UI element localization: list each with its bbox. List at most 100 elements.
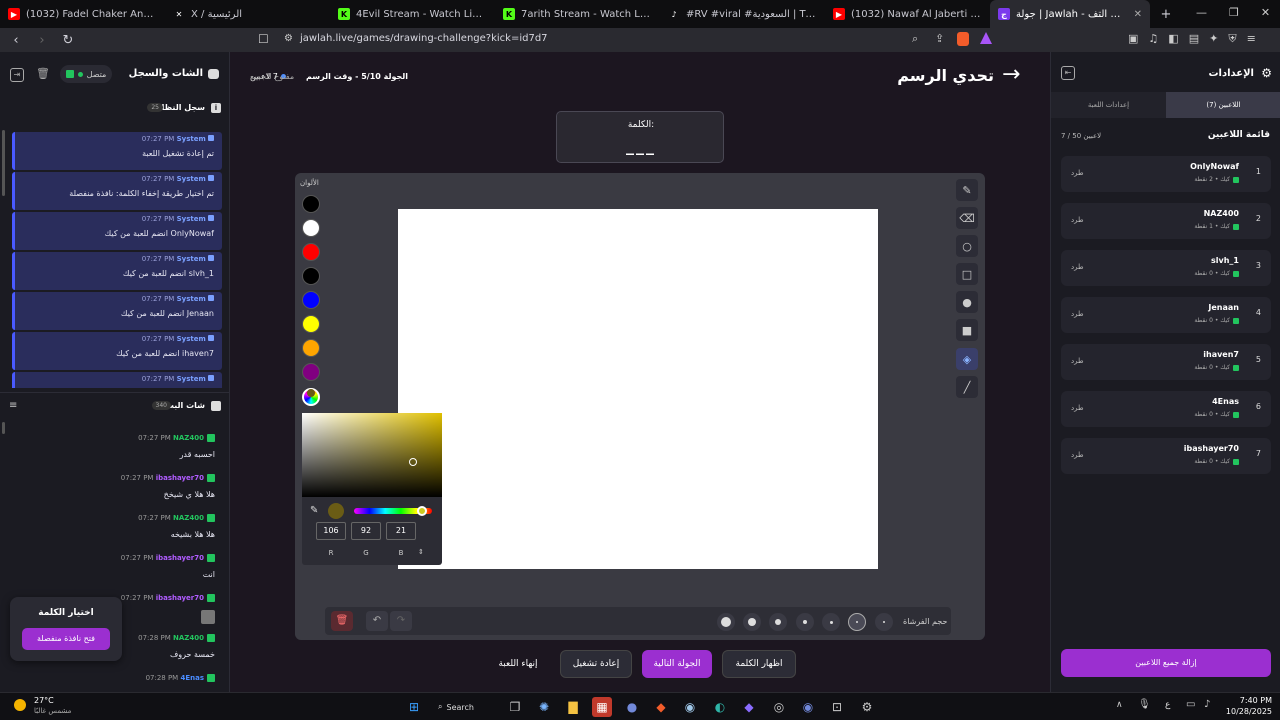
next-round-button[interactable]: الجولة التالية <box>642 650 712 678</box>
site-info-icon[interactable]: ⚙ <box>284 33 293 44</box>
forward-icon[interactable]: › <box>32 30 52 50</box>
new-tab-icon[interactable]: + <box>1156 4 1176 24</box>
brush-size-min[interactable] <box>875 613 893 631</box>
vpn-icon[interactable]: ⛨ <box>1228 32 1236 46</box>
zoom-icon[interactable]: ⌕ <box>912 32 918 46</box>
browser-tab-5[interactable]: ♪ #RV #viral #السعودية | TikTok <box>660 0 825 28</box>
b-input[interactable]: 21 <box>386 522 416 540</box>
eraser-icon[interactable]: ⌫ <box>956 207 978 229</box>
color-swatch[interactable] <box>302 315 320 333</box>
brush-size-m[interactable] <box>769 613 787 631</box>
brush-size-xl[interactable] <box>717 613 735 631</box>
line-icon[interactable]: ╱ <box>956 376 978 398</box>
brave-shield-icon[interactable] <box>957 32 969 46</box>
capture-icon[interactable]: ⊡ <box>827 697 847 717</box>
trash-icon[interactable]: 🗑 <box>36 67 50 80</box>
system-log-list[interactable]: 07:27 PM System تم إعادة تشغيل اللعبة 07… <box>0 132 229 388</box>
sidebar-icon[interactable]: ◧ <box>1168 32 1178 46</box>
color-swatch[interactable] <box>302 363 320 381</box>
filled-rectangle-icon[interactable]: ■ <box>956 319 978 341</box>
bookmark-icon[interactable]: ☐ <box>258 32 269 46</box>
clock-time[interactable]: 7:40 PM <box>1222 696 1272 705</box>
discord-app-icon[interactable]: ◉ <box>798 697 818 717</box>
brave-icon[interactable]: ◆ <box>651 697 671 717</box>
tab-players[interactable]: اللاعبين (7) <box>1166 92 1280 118</box>
leo-icon[interactable]: ✦ <box>1209 32 1218 46</box>
mic-icon[interactable]: 🎙 <box>1138 699 1151 710</box>
close-window-icon[interactable]: ✕ <box>1261 6 1270 19</box>
color-swatch[interactable] <box>302 195 320 213</box>
kick-player-button[interactable]: طرد <box>1071 404 1084 412</box>
show-word-button[interactable]: اظهار الكلمة <box>722 650 796 678</box>
g-input[interactable]: 92 <box>351 522 381 540</box>
menu-icon[interactable]: ≡ <box>1247 32 1256 46</box>
close-tab-icon[interactable]: ✕ <box>1134 9 1142 20</box>
lang-indicator[interactable]: ع <box>1165 700 1170 710</box>
media-icon[interactable]: ♫ <box>1148 32 1158 46</box>
resize-handle-icon[interactable]: ≡ <box>9 400 17 411</box>
kick-player-button[interactable]: طرد <box>1071 451 1084 459</box>
kick-player-button[interactable]: طرد <box>1071 310 1084 318</box>
saturation-handle[interactable] <box>409 458 417 466</box>
url-field[interactable]: jawlah.live/games/drawing-challenge?kick… <box>300 33 548 44</box>
network-icon[interactable]: ▭ <box>1186 699 1195 710</box>
color-swatch[interactable] <box>302 291 320 309</box>
open-window-button[interactable]: فتح نافذة منفصلة <box>22 628 110 650</box>
file-explorer-icon[interactable]: ▇ <box>563 697 583 717</box>
collapse-right-icon[interactable]: ⇤ <box>1061 66 1075 80</box>
search-box[interactable]: ⌕ Search <box>438 698 492 716</box>
minimize-icon[interactable]: — <box>1196 6 1207 19</box>
store-icon[interactable]: ▦ <box>592 697 612 717</box>
brush-size-xxs[interactable] <box>848 613 866 631</box>
browser-tab-3[interactable]: K 4Evil Stream - Watch Live on Kick <box>330 0 495 28</box>
share-icon[interactable]: ⇪ <box>935 32 944 45</box>
drawing-canvas[interactable] <box>398 209 878 569</box>
clock-date[interactable]: 10/28/2025 <box>1222 707 1272 716</box>
color-swatch[interactable] <box>302 219 320 237</box>
color-swatch[interactable] <box>302 243 320 261</box>
copilot-icon[interactable]: ✺ <box>534 697 554 717</box>
start-icon[interactable]: ⊞ <box>404 697 424 717</box>
browser-tab-2[interactable]: ✕ X / الرئيسية <box>165 0 330 28</box>
brush-size-l[interactable] <box>743 613 761 631</box>
chrome-icon[interactable]: ◎ <box>769 697 789 717</box>
back-icon[interactable]: ‹ <box>6 30 26 50</box>
tab-settings[interactable]: إعدادات اللعبة <box>1051 92 1166 118</box>
settings-icon[interactable]: ⚙ <box>857 697 877 717</box>
task-view-icon[interactable]: ❐ <box>505 697 525 717</box>
log-scrollbar[interactable] <box>2 130 5 196</box>
reload-icon[interactable]: ↻ <box>58 30 78 50</box>
kick-player-button[interactable]: طرد <box>1071 263 1084 271</box>
browser-tab-1[interactable]: ▶ (1032) Fadel Chaker And Mohamed ... <box>0 0 165 28</box>
restart-button[interactable]: إعادة تشغيل <box>560 650 632 678</box>
saturation-area[interactable] <box>302 413 442 497</box>
screenshot-icon[interactable]: ▣ <box>1128 32 1138 46</box>
format-toggle-icon[interactable]: ⇕ <box>418 548 424 556</box>
redo-icon[interactable]: ↷ <box>390 611 412 631</box>
wallet-icon[interactable]: ▤ <box>1189 32 1199 46</box>
brush-size-s[interactable] <box>796 613 814 631</box>
kick-player-button[interactable]: طرد <box>1071 169 1084 177</box>
circle-icon[interactable]: ○ <box>956 235 978 257</box>
volume-icon[interactable]: ♪ <box>1204 699 1210 710</box>
browser-tab-7[interactable]: ج جولة | Jawlah - منصة الألعاب التف... ✕ <box>990 0 1150 28</box>
tray-chevron-icon[interactable]: ∧ <box>1116 700 1123 710</box>
collapse-left-icon[interactable]: ⇥ <box>10 68 24 82</box>
hue-handle[interactable] <box>417 506 427 516</box>
maximize-icon[interactable]: ❐ <box>1229 6 1239 19</box>
back-arrow-icon[interactable]: → <box>1002 64 1020 86</box>
rewards-icon[interactable] <box>980 32 992 44</box>
eyedropper-icon[interactable]: ✎ <box>310 505 318 516</box>
pencil-icon[interactable]: ✎ <box>956 179 978 201</box>
edge-icon[interactable]: ◐ <box>710 697 730 717</box>
remove-all-button[interactable]: إزالة جميع اللاعبين <box>1061 649 1271 677</box>
steam-icon[interactable]: ◉ <box>680 697 700 717</box>
rectangle-icon[interactable]: □ <box>956 263 978 285</box>
browser-tab-4[interactable]: K 7arith Stream - Watch Live on Kick <box>495 0 660 28</box>
brush-size-xs[interactable] <box>822 613 840 631</box>
fill-icon[interactable]: ◈ <box>956 348 978 370</box>
color-swatch[interactable] <box>302 339 320 357</box>
app-icon[interactable]: ◆ <box>739 697 759 717</box>
end-game-button[interactable]: إنهاء اللعبة <box>486 650 550 678</box>
chat-scrollbar[interactable] <box>2 422 5 434</box>
